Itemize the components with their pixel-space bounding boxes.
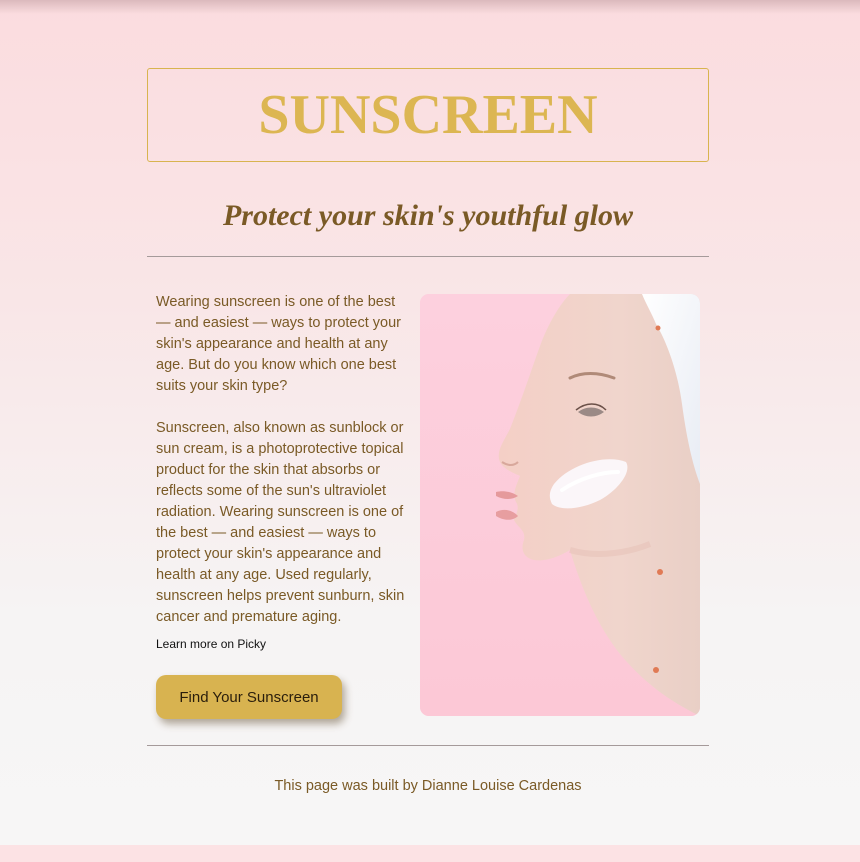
main-content: Wearing sunscreen is one of the best — a… <box>147 257 709 745</box>
intro-paragraph: Wearing sunscreen is one of the best — a… <box>156 294 401 394</box>
page-container: SUNSCREEN Protect your skin's youthful g… <box>147 68 709 794</box>
title-box: SUNSCREEN <box>147 68 709 162</box>
tagline: Protect your skin's youthful glow <box>222 199 634 232</box>
text-column: Wearing sunscreen is one of the best — a… <box>156 292 411 653</box>
description-paragraph: Sunscreen, also known as sunblock or sun… <box>156 420 405 625</box>
page-title: SUNSCREEN <box>258 84 598 146</box>
top-shadow <box>0 0 860 14</box>
footer-credit: This page was built by Dianne Louise Car… <box>274 778 582 794</box>
footer: This page was built by Dianne Louise Car… <box>147 778 709 794</box>
find-sunscreen-button[interactable]: Find Your Sunscreen <box>156 675 342 719</box>
sunscreen-model-photo <box>420 294 700 716</box>
learn-more-link[interactable]: Learn more on Picky <box>156 635 411 653</box>
divider-bottom <box>147 745 709 746</box>
